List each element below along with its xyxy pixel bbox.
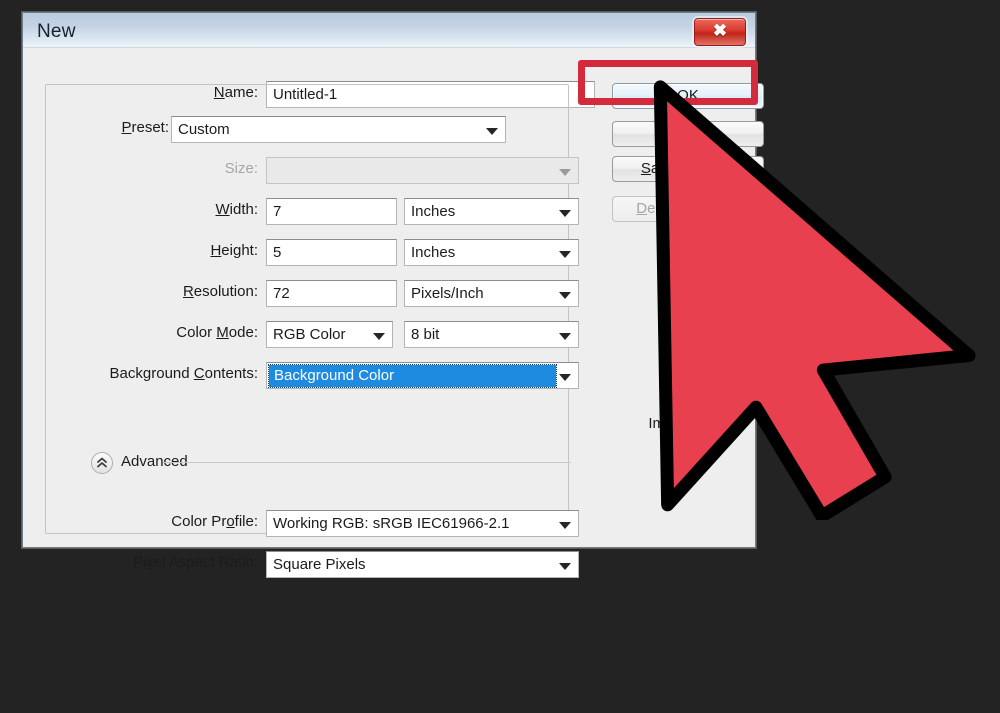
color-profile-value: Working RGB: sRGB IEC61966-2.1 xyxy=(273,515,510,532)
resolution-input[interactable]: 72 xyxy=(266,280,397,307)
save-preset-button[interactable]: Save Preset... xyxy=(612,156,764,182)
color-profile-dropdown[interactable]: Working RGB: sRGB IEC61966-2.1 xyxy=(266,510,579,537)
image-size-label: Image Size: xyxy=(648,415,728,432)
chevron-down-icon xyxy=(559,169,571,176)
save-preset-label: ave Preset... xyxy=(650,160,736,177)
background-contents-label: Background Contents: xyxy=(109,365,258,382)
color-mode-dropdown[interactable]: RGB Color xyxy=(266,321,393,348)
preset-dropdown[interactable]: Custom xyxy=(171,116,506,143)
chevron-down-icon xyxy=(486,128,498,135)
chevron-double-up-icon[interactable] xyxy=(91,452,113,474)
color-profile-label: Color Profile: xyxy=(171,513,258,530)
chevron-down-icon xyxy=(559,374,571,381)
width-input[interactable]: 7 xyxy=(266,198,397,225)
delete-preset-label: elete Preset... xyxy=(647,200,740,217)
dialog-body: Name: Untitled-1 Preset: Custom Size: Wi… xyxy=(23,48,764,578)
height-unit-dropdown[interactable]: Inches xyxy=(404,239,579,266)
size-dropdown xyxy=(266,157,579,184)
resolution-unit-value: Pixels/Inch xyxy=(411,285,484,302)
resolution-label: Resolution: xyxy=(182,283,258,300)
close-glyph: ✖ xyxy=(712,21,728,40)
chevron-down-icon xyxy=(373,333,385,340)
chevron-down-icon xyxy=(559,333,571,340)
height-unit-value: Inches xyxy=(411,244,456,261)
width-unit-dropdown[interactable]: Inches xyxy=(404,198,579,225)
chevron-down-icon xyxy=(559,251,571,258)
chevron-down-icon xyxy=(559,563,571,570)
width-unit-value: Inches xyxy=(411,203,456,220)
cancel-button[interactable]: Cancel xyxy=(612,121,764,147)
preset-label: Preset: xyxy=(83,119,173,136)
background-contents-value: Background Color xyxy=(268,364,557,388)
color-mode-label: Color Mode: xyxy=(176,324,258,341)
image-size-value: 531.6K xyxy=(664,446,712,463)
height-input[interactable]: 5 xyxy=(266,239,397,266)
bit-depth-value: 8 bit xyxy=(411,326,440,343)
bit-depth-dropdown[interactable]: 8 bit xyxy=(404,321,579,348)
pixel-aspect-ratio-label: Pixel Aspect Ratio: xyxy=(132,554,258,571)
color-mode-value: RGB Color xyxy=(273,326,346,343)
delete-preset-button: Delete Preset... xyxy=(612,196,764,222)
advanced-divider xyxy=(163,462,571,463)
chevron-down-icon xyxy=(559,522,571,529)
dialog-title: New xyxy=(37,21,76,42)
size-label: Size: xyxy=(224,160,258,177)
new-document-dialog: New ✖ Name: Untitled-1 Preset: Custom Si… xyxy=(22,12,764,578)
dialog-titlebar: New ✖ xyxy=(23,13,755,48)
width-label: Width: xyxy=(215,201,258,218)
chevron-down-icon xyxy=(559,292,571,299)
background-contents-dropdown[interactable]: Background Color xyxy=(266,362,579,389)
screen: New ✖ Name: Untitled-1 Preset: Custom Si… xyxy=(0,0,1000,713)
ok-button[interactable]: OK xyxy=(612,83,764,109)
close-icon[interactable]: ✖ xyxy=(694,18,746,46)
height-label: Height: xyxy=(210,242,258,259)
chevron-down-icon xyxy=(559,210,571,217)
pixel-aspect-ratio-dropdown[interactable]: Square Pixels xyxy=(266,551,579,578)
pixel-aspect-ratio-value: Square Pixels xyxy=(273,556,366,573)
resolution-unit-dropdown[interactable]: Pixels/Inch xyxy=(404,280,579,307)
preset-value: Custom xyxy=(178,121,230,138)
